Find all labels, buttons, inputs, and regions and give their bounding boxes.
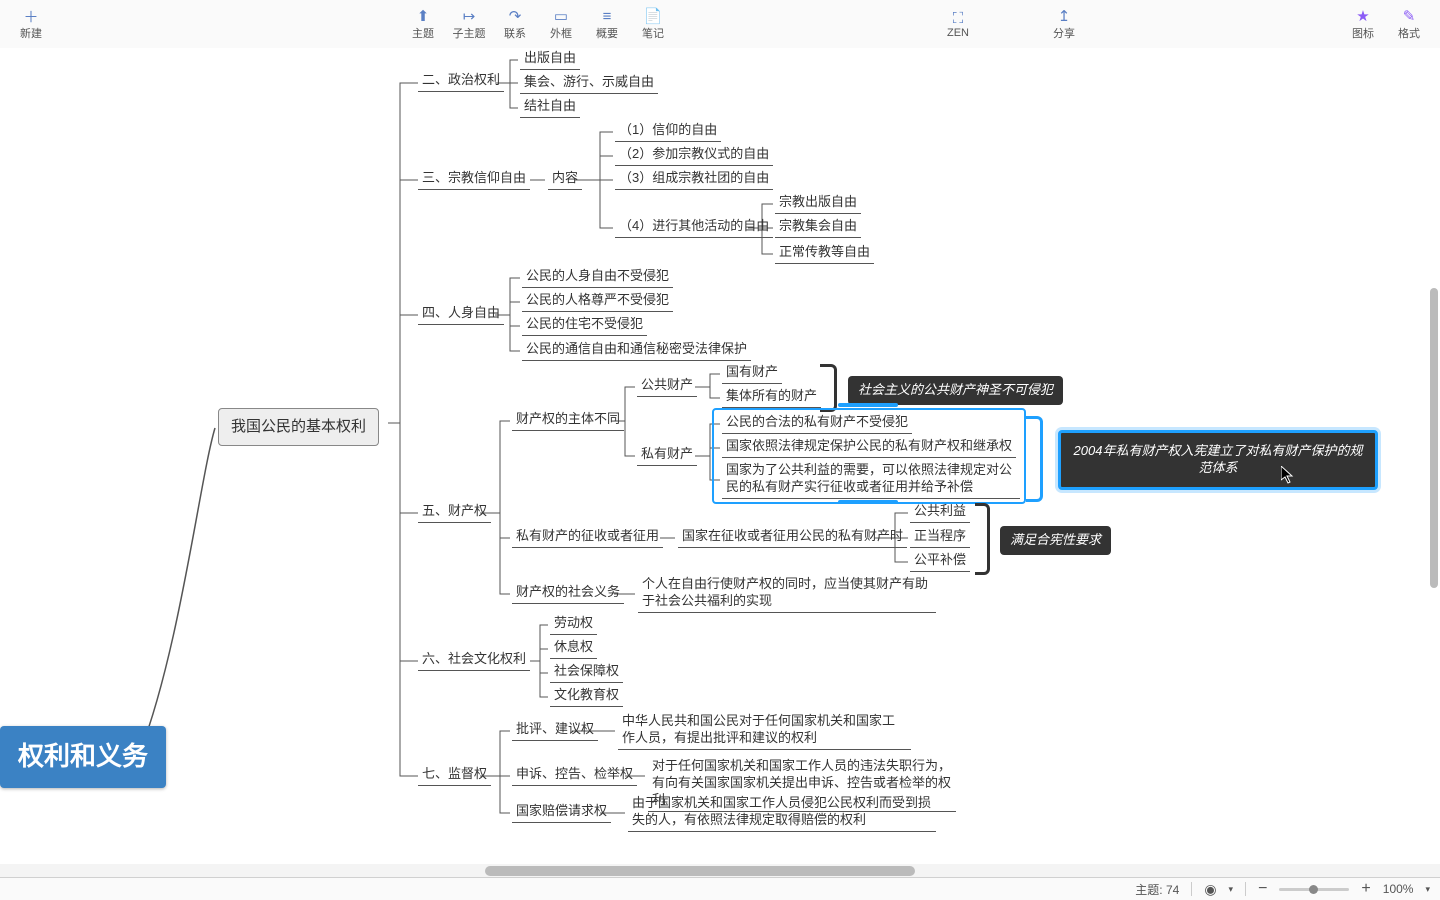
callout-req[interactable]: 满足合宪性要求 [1000,526,1111,555]
node-b5-pri3[interactable]: 国家为了公共利益的需要，可以依照法律规定对公民的私有财产实行征收或者征用并给予补… [722,462,1020,499]
selection-handle-top[interactable] [838,403,898,407]
node-b5-s3-text[interactable]: 个人在自由行使财产权的同时，应当使其财产有助于社会公共福利的实现 [638,576,936,613]
node-b5-s2-2[interactable]: 正当程序 [910,528,970,548]
horizontal-scrollbar[interactable] [0,864,1440,878]
subtopic-icon: ↦ [460,7,478,25]
node-b4-3[interactable]: 公民的住宅不受侵犯 [522,316,647,336]
zoom-dropdown-icon[interactable]: ▾ [1425,884,1430,895]
eye-icon[interactable]: ◉ [1204,881,1216,898]
node-b4-4[interactable]: 公民的通信自由和通信秘密受法律保护 [522,341,751,361]
callout-pri-selected[interactable]: 2004年私有财产权入宪建立了对私有财产保护的规范体系 [1058,430,1378,490]
branch-2[interactable]: 二、政治权利 [418,72,504,92]
root-node[interactable]: 权利和义务 [0,726,166,788]
node-b7-1l[interactable]: 批评、建议权 [512,721,598,741]
selection-handle-bottom[interactable] [838,500,898,504]
eye-dropdown-icon[interactable]: ▾ [1229,884,1234,895]
zen-icon: ⛶ [949,9,967,27]
node-b6-4[interactable]: 文化教育权 [550,687,623,707]
node-b5-pri1[interactable]: 公民的合法的私有财产不受侵犯 [722,414,912,434]
summary-icon: ≡ [598,7,616,25]
branch-5[interactable]: 五、财产权 [418,503,491,523]
node-b5-s2-3[interactable]: 公平补偿 [910,552,970,572]
node-b3-2[interactable]: （2）参加宗教仪式的自由 [615,146,773,166]
node-b5-s1[interactable]: 财产权的主体不同 [512,411,624,431]
topic-count: 主题: 74 [1135,881,1179,898]
branch-3[interactable]: 三、宗教信仰自由 [418,170,530,190]
bracket-pri [1026,416,1043,502]
node-b34-2[interactable]: 宗教集会自由 [775,218,861,238]
node-b5-pri[interactable]: 私有财产 [637,446,697,466]
subtopic-button[interactable]: ↦子主题 [446,1,492,47]
node-b5-pub2[interactable]: 集体所有的财产 [722,388,821,408]
toolbar-left: ＋新建 [8,1,54,47]
mindmap-canvas[interactable]: 权利和义务 我国公民的基本权利 二、政治权利 出版自由 集会、游行、示威自由 结… [0,48,1440,878]
zoom-level: 100% [1383,882,1414,896]
h-scroll-thumb[interactable] [485,866,915,876]
zoom-in-button[interactable]: + [1361,880,1370,898]
share-button[interactable]: ↥分享 [1041,1,1087,47]
plus-icon: ＋ [22,7,40,25]
node-b7-1r[interactable]: 中华人民共和国公民对于任何国家机关和国家工作人员，有提出批评和建议的权利 [618,713,911,750]
node-b3-4[interactable]: （4）进行其他活动的自由 [615,218,773,238]
node-b7-3r[interactable]: 由于国家机关和国家工作人员侵犯公民权利而受到损失的人，有依照法律规定取得赔偿的权… [628,795,936,832]
status-bar: 主题: 74 ◉ ▾ − + 100% ▾ [0,877,1440,900]
toolbar: ＋新建 ⬆主题 ↦子主题 ↷联系 ▭外框 ≡概要 📄笔记 ⛶ZEN ↥分享 ★图… [0,0,1440,49]
zoom-out-button[interactable]: − [1258,880,1267,898]
vertical-scrollbar[interactable] [1430,248,1438,748]
toolbar-right: ★图标 ✎格式 [1340,1,1432,47]
new-button[interactable]: ＋新建 [8,1,54,47]
note-icon: 📄 [644,7,662,25]
relation-button[interactable]: ↷联系 [492,1,538,47]
boundary-button[interactable]: ▭外框 [538,1,584,47]
node-b5-s3[interactable]: 财产权的社会义务 [512,584,624,604]
v-scroll-thumb[interactable] [1430,288,1438,588]
branch-6[interactable]: 六、社会文化权利 [418,651,530,671]
boundary-icon: ▭ [552,7,570,25]
share-icon: ↥ [1055,7,1073,25]
node-b2-1[interactable]: 出版自由 [520,50,580,70]
node-b4-2[interactable]: 公民的人格尊严不受侵犯 [522,292,673,312]
node-b5-s2[interactable]: 私有财产的征收或者征用 [512,528,663,548]
note-button[interactable]: 📄笔记 [630,1,676,47]
node-b34-1[interactable]: 宗教出版自由 [775,194,861,214]
topic-button[interactable]: ⬆主题 [400,1,446,47]
node-b2-3[interactable]: 结社自由 [520,98,580,118]
node-b5-pri2[interactable]: 国家依照法律规定保护公民的私有财产权和继承权 [722,438,1016,458]
node-b6-3[interactable]: 社会保障权 [550,663,623,683]
node-b4-1[interactable]: 公民的人身自由不受侵犯 [522,268,673,288]
markers-button[interactable]: ★图标 [1340,1,1386,47]
node-b6-2[interactable]: 休息权 [550,639,597,659]
branch-4[interactable]: 四、人身自由 [418,305,504,325]
node-b3-3[interactable]: （3）组成宗教社团的自由 [615,170,773,190]
node-b5-s2-1[interactable]: 公共利益 [910,503,970,523]
format-button[interactable]: ✎格式 [1386,1,1432,47]
node-b5-pub[interactable]: 公共财产 [637,377,697,397]
node-b6-1[interactable]: 劳动权 [550,615,597,635]
node-b2-2[interactable]: 集会、游行、示威自由 [520,74,658,94]
node-b7-3l[interactable]: 国家赔偿请求权 [512,803,611,823]
callout-pub[interactable]: 社会主义的公共财产神圣不可侵犯 [848,376,1063,405]
branch-7[interactable]: 七、监督权 [418,766,491,786]
toolbar-edit-group: ⬆主题 ↦子主题 ↷联系 ▭外框 ≡概要 📄笔记 [400,1,676,47]
zoom-slider[interactable] [1279,888,1349,891]
bracket-pub [820,364,837,412]
hub-node[interactable]: 我国公民的基本权利 [218,408,379,446]
topic-icon: ⬆ [414,7,432,25]
node-b5-pub1[interactable]: 国有财产 [722,364,782,384]
node-b5-s2-mid[interactable]: 国家在征收或者征用公民的私有财产时 [678,528,907,548]
format-icon: ✎ [1400,7,1418,25]
zen-button[interactable]: ⛶ZEN [935,1,981,47]
node-b7-2l[interactable]: 申诉、控告、检举权 [512,766,637,786]
star-icon: ★ [1354,7,1372,25]
relation-icon: ↷ [506,7,524,25]
node-b3-sub[interactable]: 内容 [548,170,582,190]
summary-button[interactable]: ≡概要 [584,1,630,47]
zoom-knob[interactable] [1309,885,1318,894]
node-b34-3[interactable]: 正常传教等自由 [775,244,874,264]
node-b3-1[interactable]: （1）信仰的自由 [615,122,721,142]
bracket-req [975,503,990,575]
toolbar-view-group: ⛶ZEN ↥分享 [935,1,1087,47]
